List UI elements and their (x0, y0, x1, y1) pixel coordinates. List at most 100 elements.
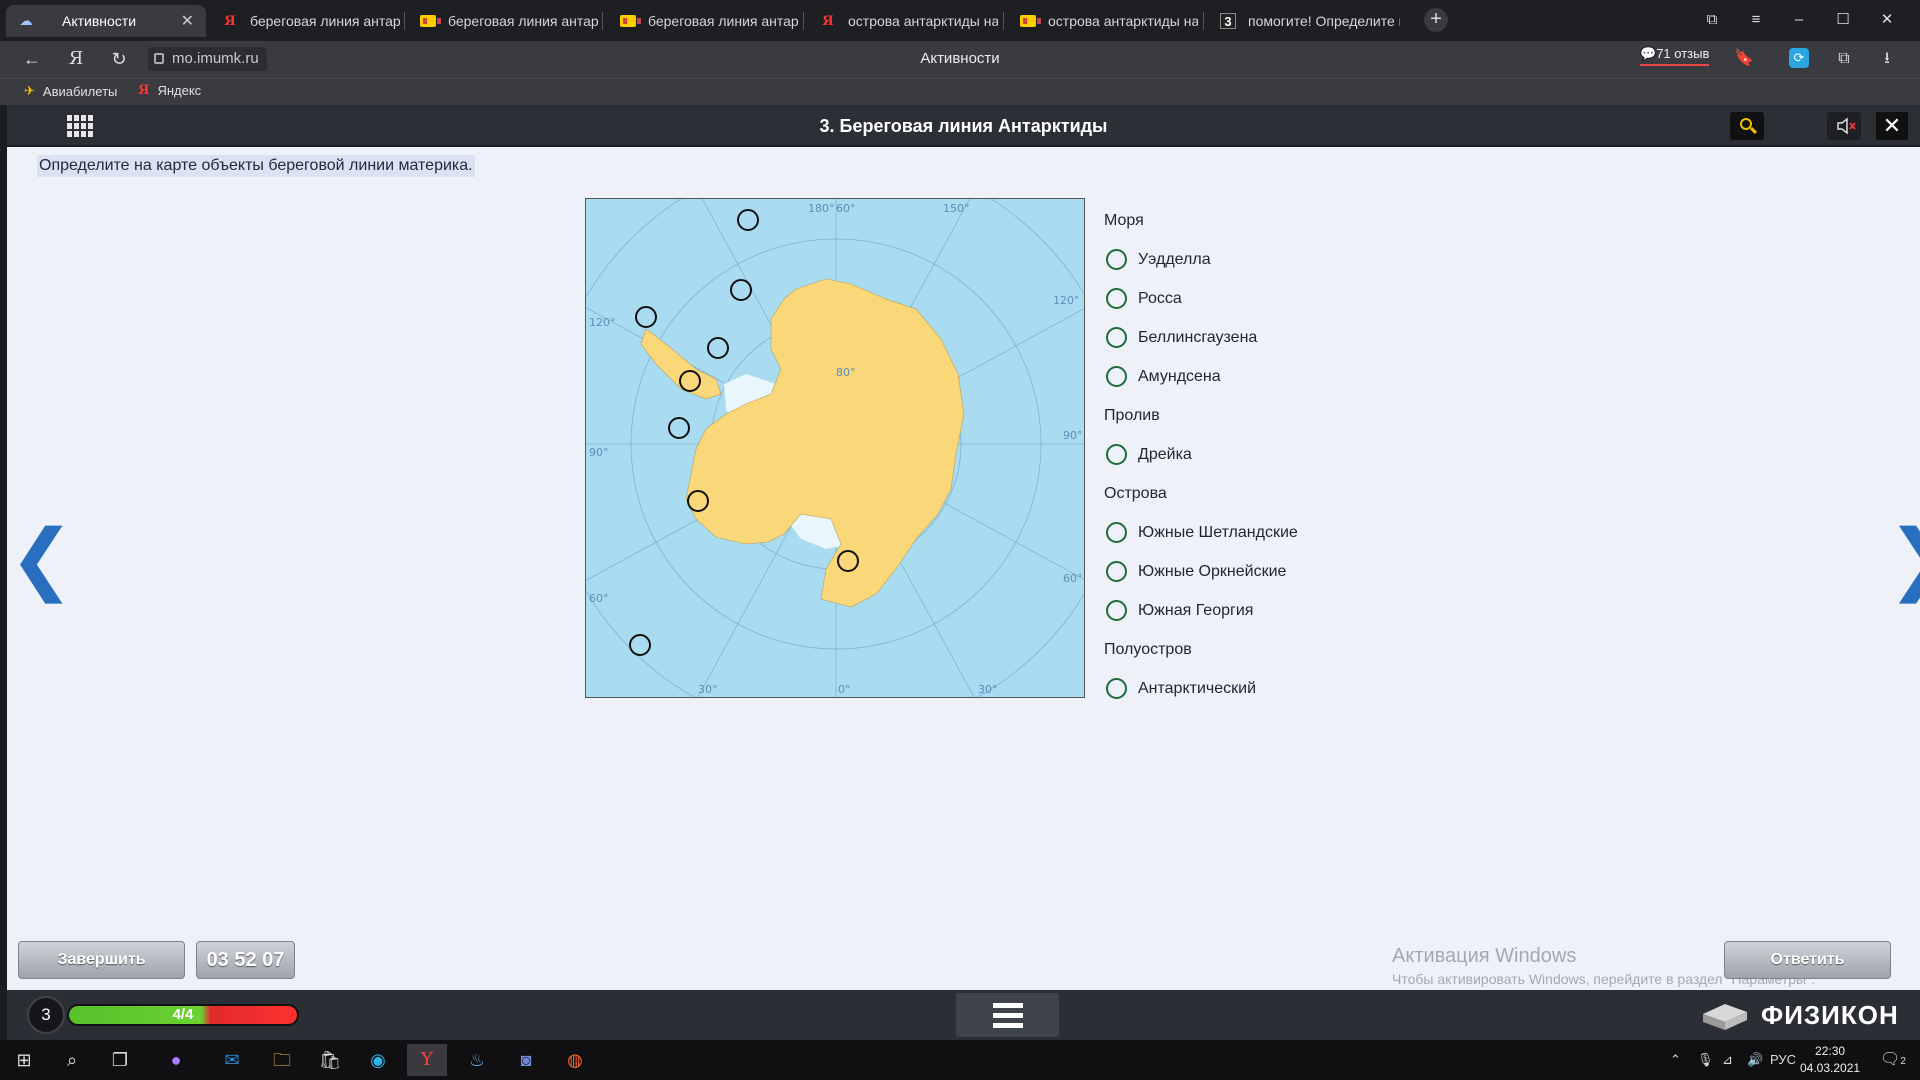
steam-icon[interactable]: ♨ (457, 1044, 497, 1076)
windows-taskbar: ⊞ ⌕ ❐ ● ✉ 🗀 🛍 ◉ Y ♨ ◙ ◍ ⌃ 🎙 ⊿ 🔊 РУС 22:3… (0, 1040, 1920, 1080)
option-antarctic-peninsula[interactable]: Антарктический (1104, 669, 1298, 708)
windows-start-icon[interactable]: ⊞ (4, 1044, 44, 1076)
level-badge: 3 (27, 996, 65, 1034)
tab-active[interactable]: ☁ Активности ✕ (6, 5, 206, 37)
map-label: 60° (1063, 572, 1083, 585)
map-label: 0° (838, 683, 851, 696)
map-label: 180° (808, 202, 835, 215)
tab-close-icon[interactable]: ✕ (181, 11, 194, 31)
extension-icon[interactable]: ⟳ (1789, 48, 1809, 68)
bookmark-icon[interactable]: 🔖 (1733, 48, 1755, 70)
network-icon[interactable]: ⊿ (1722, 1040, 1733, 1080)
card-icon (1020, 15, 1041, 27)
edge-icon[interactable]: ◉ (358, 1044, 398, 1076)
option-weddell[interactable]: Уэдделла (1104, 240, 1298, 279)
language-indicator[interactable]: РУС (1770, 1040, 1796, 1080)
radio-icon[interactable] (1106, 366, 1127, 387)
group-title-strait: Пролив (1104, 407, 1160, 424)
alice-icon[interactable]: ● (156, 1044, 196, 1076)
new-tab-button[interactable]: + (1424, 8, 1448, 32)
notifications-icon[interactable]: 🗨2 (1880, 1040, 1906, 1080)
sound-button[interactable] (1827, 112, 1861, 140)
menu-icon[interactable]: ≡ (1744, 8, 1768, 32)
bookmark-yandex[interactable]: Я Яндекс (138, 83, 201, 98)
task-view-icon[interactable]: ❐ (100, 1044, 140, 1076)
option-south-shetland[interactable]: Южные Шетландские (1104, 513, 1298, 552)
next-arrow-button[interactable]: ❯ (1887, 520, 1920, 598)
map-label: 150° (943, 202, 970, 215)
mail-icon[interactable]: ✉ (212, 1044, 252, 1076)
option-amundsen[interactable]: Амундсена (1104, 357, 1298, 396)
tab-separator (404, 12, 405, 30)
radio-icon[interactable] (1106, 678, 1127, 699)
discord-icon[interactable]: ◙ (506, 1044, 546, 1076)
tab-menu-icon[interactable]: ⧉ (1700, 8, 1724, 32)
search-button[interactable] (1730, 112, 1764, 140)
antarctica-map: 180° 60° 150° 120° 120° 80° 90° 90° 60° … (585, 198, 1085, 698)
maximize-button[interactable]: ☐ (1831, 8, 1855, 32)
radio-icon[interactable] (1106, 444, 1127, 465)
bookmarks-bar: ✈ Авиабилеты Я Яндекс (0, 78, 1920, 105)
tab[interactable]: Я острова антарктиды на ка (808, 5, 998, 37)
close-exercise-button[interactable]: ✕ (1876, 112, 1908, 140)
browser-tab-strip: ☁ Активности ✕ Я береговая линия антаркт… (0, 0, 1920, 41)
radio-icon[interactable] (1106, 561, 1127, 582)
map-label: 90° (589, 446, 609, 459)
option-drake[interactable]: Дрейка (1104, 435, 1298, 474)
map-label: 120° (589, 316, 616, 329)
search-icon[interactable]: ⌕ (52, 1044, 92, 1076)
radio-icon[interactable] (1106, 522, 1127, 543)
download-icon[interactable]: ⭳ (1876, 48, 1898, 70)
yandex-browser-icon[interactable]: Y (407, 1044, 447, 1076)
radio-icon[interactable] (1106, 327, 1127, 348)
volume-icon[interactable]: 🔊 (1747, 1040, 1763, 1080)
progress-bar: 4/4 (67, 1004, 299, 1026)
option-south-orkney[interactable]: Южные Оркнейские (1104, 552, 1298, 591)
clock[interactable]: 22:30 04.03.2021 (1800, 1043, 1860, 1077)
answer-button[interactable]: Ответить (1724, 941, 1891, 979)
app-header: 3. Береговая линия Антарктиды ✕ (7, 105, 1920, 147)
finish-button[interactable]: Завершить (18, 941, 185, 979)
exercise-title: 3. Береговая линия Антарктиды (819, 116, 1108, 136)
tab[interactable]: острова антарктиды на ка (1008, 5, 1198, 37)
tab[interactable]: 3 помогите! Определите на (1208, 5, 1400, 37)
tray-chevron-icon[interactable]: ⌃ (1670, 1040, 1681, 1080)
map-label: 80° (836, 366, 856, 379)
collections-icon[interactable]: ⧉ (1833, 48, 1855, 70)
tab-separator (1003, 12, 1004, 30)
hamburger-menu-button[interactable] (956, 993, 1059, 1037)
instruction-text: Определите на карте объекты береговой ли… (37, 155, 475, 177)
tab[interactable]: береговая линия антаркт (608, 5, 798, 37)
window-close-button[interactable]: ✕ (1875, 8, 1899, 32)
tab[interactable]: береговая линия антаркт (408, 5, 598, 37)
radio-icon[interactable] (1106, 249, 1127, 270)
timer: 03 52 07 (196, 941, 295, 979)
yandex-icon: Я (822, 13, 834, 29)
map-label: 60° (589, 592, 609, 605)
store-icon[interactable]: 🛍 (310, 1044, 350, 1076)
app-footer: 3 4/4 ФИЗИКОН (7, 990, 1920, 1040)
minimize-button[interactable]: – (1787, 8, 1811, 32)
page-title: Активности (920, 50, 1000, 67)
microphone-icon[interactable]: 🎙 (1697, 1040, 1714, 1080)
radio-icon[interactable] (1106, 288, 1127, 309)
radio-icon[interactable] (1106, 600, 1127, 621)
origin-icon[interactable]: ◍ (555, 1044, 595, 1076)
speaker-muted-icon (1837, 117, 1856, 135)
fizikon-cube-icon (1697, 1000, 1751, 1030)
map-label: 90° (1063, 429, 1083, 442)
option-south-georgia[interactable]: Южная Георгия (1104, 591, 1298, 630)
prev-arrow-button[interactable]: ❮ (9, 520, 74, 598)
option-bellingshausen[interactable]: Беллинсгаузена (1104, 318, 1298, 357)
reviews-badge[interactable]: 💬71 отзыв (1640, 46, 1710, 66)
fizikon-logo: ФИЗИКОН (1697, 998, 1899, 1032)
map-label: 60° (836, 202, 856, 215)
map-label: 30° (698, 683, 718, 696)
group-title-islands: Острова (1104, 485, 1167, 502)
tab[interactable]: Я береговая линия антаркт (210, 5, 400, 37)
tab-separator (803, 12, 804, 30)
option-ross[interactable]: Росса (1104, 279, 1298, 318)
bookmark-aviabilety[interactable]: ✈ Авиабилеты (24, 83, 117, 99)
tab-site-icon: 3 (1220, 13, 1236, 29)
file-explorer-icon[interactable]: 🗀 (262, 1044, 302, 1076)
